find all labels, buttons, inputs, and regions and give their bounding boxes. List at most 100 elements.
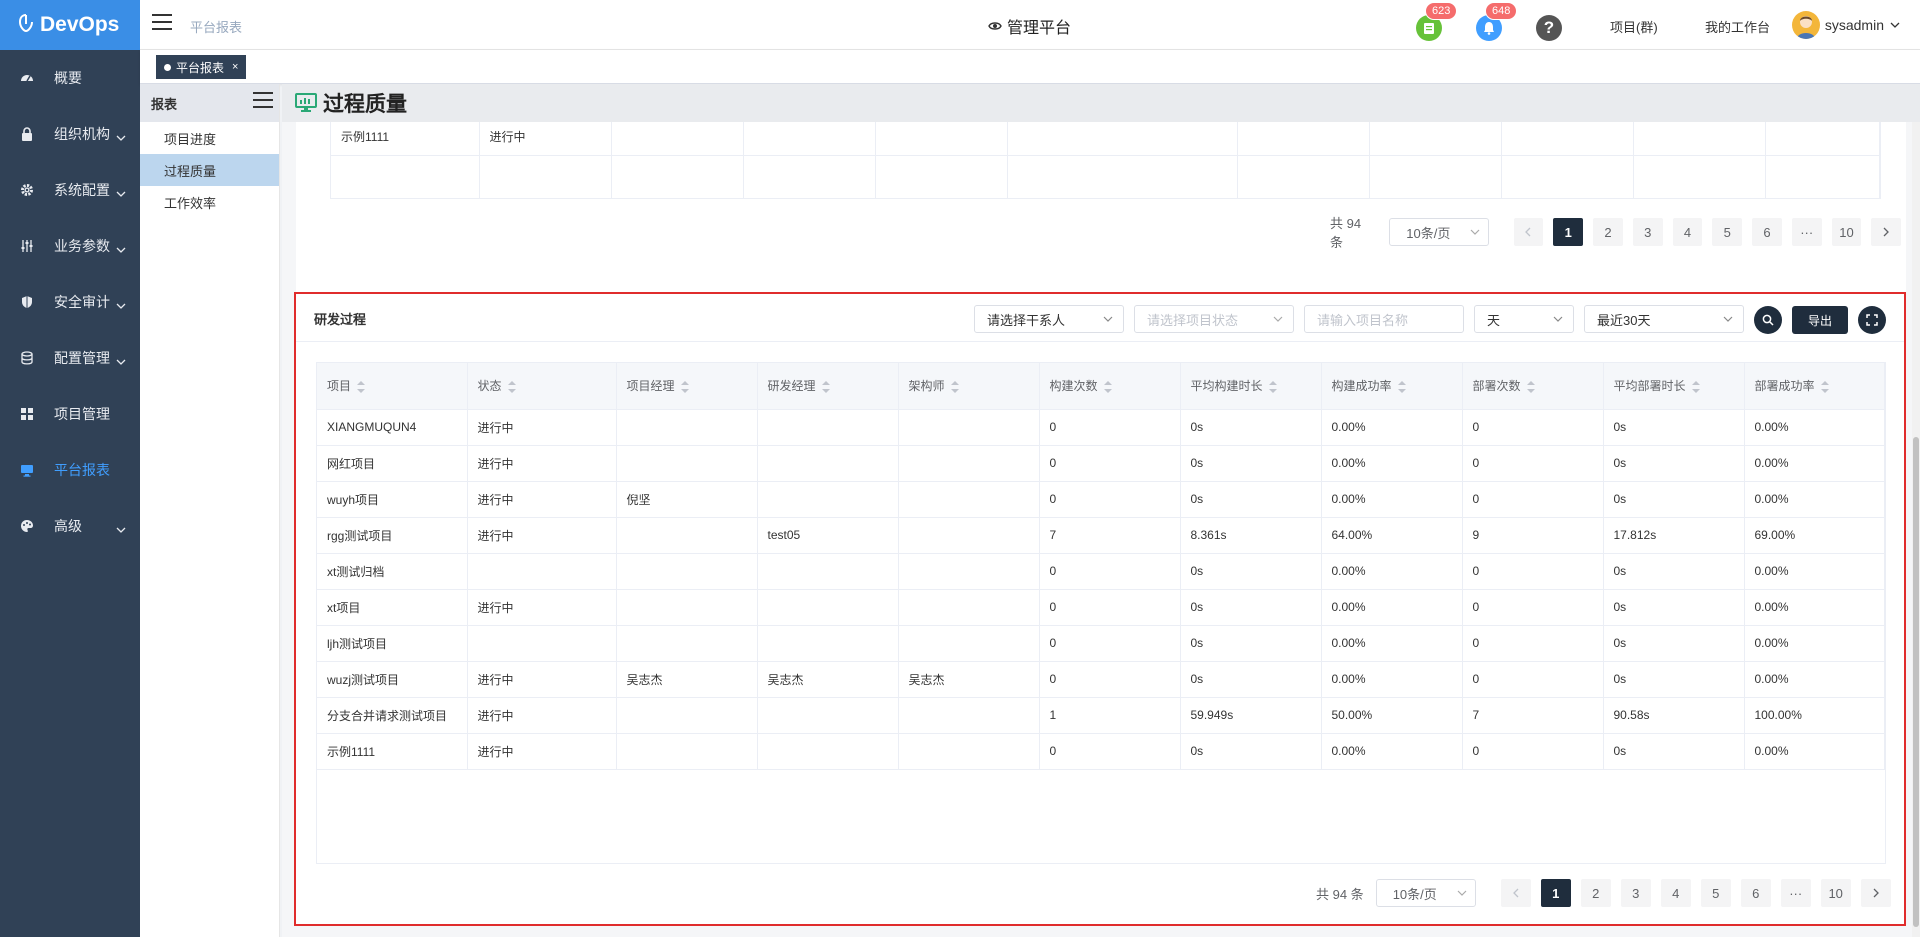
chevron-down-icon bbox=[116, 352, 126, 368]
tag-platform-report[interactable]: 平台报表 × bbox=[156, 55, 247, 79]
sort-icon[interactable] bbox=[680, 381, 689, 394]
close-icon[interactable]: × bbox=[232, 61, 238, 73]
hamburger-icon[interactable] bbox=[152, 14, 172, 34]
search-button[interactable] bbox=[1754, 306, 1782, 334]
next-page-button[interactable] bbox=[1860, 879, 1891, 907]
projects-link[interactable]: 项目(群) bbox=[1610, 17, 1658, 36]
subnav-item-1[interactable]: 过程质量 bbox=[140, 154, 279, 186]
sidebar-item-2[interactable]: 系统配置 bbox=[0, 162, 140, 218]
page-size-select[interactable]: 10条/页 bbox=[1375, 879, 1476, 907]
table-cell: xt项目 bbox=[317, 589, 468, 626]
chevron-down-icon bbox=[116, 128, 126, 144]
sort-icon[interactable] bbox=[1397, 381, 1406, 394]
sort-icon[interactable] bbox=[357, 381, 366, 394]
page-button[interactable]: 10 bbox=[1831, 218, 1862, 246]
chevron-down-icon bbox=[1457, 890, 1467, 896]
sidebar-item-6[interactable]: 项目管理 bbox=[0, 386, 140, 442]
stakeholder-select-value: 请选择干系人 bbox=[987, 312, 1066, 328]
sort-icon[interactable] bbox=[1103, 381, 1112, 394]
chevron-right-icon bbox=[1873, 888, 1879, 898]
page-button[interactable]: 4 bbox=[1672, 218, 1703, 246]
page-button[interactable]: 3 bbox=[1620, 879, 1651, 907]
workbench-link[interactable]: 我的工作台 bbox=[1705, 17, 1770, 36]
time-unit-select[interactable]: 天 bbox=[1474, 305, 1574, 333]
sidebar-item-3[interactable]: 业务参数 bbox=[0, 218, 140, 274]
page-button[interactable]: 5 bbox=[1712, 218, 1743, 246]
page-button[interactable]: 2 bbox=[1593, 218, 1623, 246]
fullscreen-button[interactable] bbox=[1858, 306, 1886, 334]
sidebar-item-5[interactable]: 配置管理 bbox=[0, 330, 140, 386]
table-cell bbox=[611, 122, 744, 156]
sort-icon[interactable] bbox=[1820, 381, 1829, 394]
table-cell bbox=[616, 697, 758, 734]
collapse-list-icon[interactable] bbox=[253, 92, 273, 113]
notice-button[interactable]: 648 bbox=[1476, 2, 1518, 41]
sort-icon[interactable] bbox=[1691, 381, 1700, 394]
sidebar-item-8[interactable]: 高级 bbox=[0, 498, 140, 554]
page-button[interactable]: ··· bbox=[1780, 879, 1811, 907]
help-button[interactable]: ? bbox=[1536, 15, 1562, 41]
platform-title-text: 管理平台 bbox=[1007, 20, 1072, 37]
table-cell: 网红项目 bbox=[317, 445, 468, 482]
page-button[interactable]: 1 bbox=[1540, 879, 1571, 907]
page-button[interactable]: 2 bbox=[1580, 879, 1611, 907]
sort-icon[interactable] bbox=[821, 381, 830, 394]
page-button[interactable]: 6 bbox=[1752, 218, 1782, 246]
column-header[interactable]: 项目经理 bbox=[616, 363, 758, 410]
page-button[interactable]: 6 bbox=[1740, 879, 1771, 907]
subnav-item-2[interactable]: 工作效率 bbox=[140, 186, 279, 218]
page-button[interactable]: 4 bbox=[1660, 879, 1691, 907]
page-button[interactable]: ··· bbox=[1791, 218, 1822, 246]
table-cell: test05 bbox=[757, 517, 899, 554]
column-header[interactable]: 平均部署时长 bbox=[1603, 363, 1745, 410]
todo-button[interactable]: 623 bbox=[1416, 2, 1458, 41]
project-name-input[interactable]: 请输入项目名称 bbox=[1304, 305, 1464, 333]
vertical-scrollbar[interactable] bbox=[1912, 122, 1920, 937]
prev-page-button[interactable] bbox=[1513, 218, 1544, 246]
next-page-button[interactable] bbox=[1871, 218, 1902, 246]
date-range-select[interactable]: 最近30天 bbox=[1584, 305, 1744, 333]
table-row: wuzj测试项目 进行中 吴志杰 吴志杰 吴志杰 0 0s 0.00% 0 0s 0.00% bbox=[317, 661, 1885, 698]
sort-icon[interactable] bbox=[1268, 381, 1277, 394]
table-cell: 0.00% bbox=[1744, 409, 1885, 446]
page-button[interactable]: 5 bbox=[1700, 879, 1731, 907]
column-header-label: 项目经理 bbox=[626, 379, 675, 394]
page-button[interactable]: 3 bbox=[1632, 218, 1663, 246]
stakeholder-select[interactable]: 请选择干系人 bbox=[974, 305, 1124, 333]
column-header[interactable]: 架构师 bbox=[898, 363, 1040, 410]
column-header[interactable]: 状态 bbox=[467, 363, 617, 410]
table-cell: 进行中 bbox=[479, 122, 612, 156]
sort-icon[interactable] bbox=[1526, 381, 1535, 394]
top-table: 示例1111 进行中 bbox=[330, 122, 1881, 199]
table-cell: 进行中 bbox=[467, 517, 617, 554]
sort-icon[interactable] bbox=[507, 381, 516, 394]
page-button[interactable]: 10 bbox=[1820, 879, 1851, 907]
sidebar: DevOps 概要 组织机构 系统配置 业务参数 安全审计 配置管理 项目管理 平台报表高级 bbox=[0, 0, 140, 937]
sidebar-item-0[interactable]: 概要 bbox=[0, 50, 140, 106]
sidebar-item-1[interactable]: 组织机构 bbox=[0, 106, 140, 162]
column-header[interactable]: 部署次数 bbox=[1462, 363, 1604, 410]
scrollbar-thumb[interactable] bbox=[1913, 437, 1919, 927]
subnav-item-0[interactable]: 项目进度 bbox=[140, 122, 279, 154]
column-header[interactable]: 构建次数 bbox=[1039, 363, 1181, 410]
column-header[interactable]: 项目 bbox=[317, 363, 468, 410]
page-button[interactable]: 1 bbox=[1553, 218, 1584, 246]
column-header[interactable]: 部署成功率 bbox=[1744, 363, 1885, 410]
sort-icon[interactable] bbox=[950, 381, 959, 394]
table-cell: 0s bbox=[1180, 589, 1322, 626]
project-status-select[interactable]: 请选择项目状态 bbox=[1134, 305, 1294, 333]
sidebar-item-label: 高级 bbox=[54, 518, 82, 534]
user-menu[interactable]: sysadmin bbox=[1791, 11, 1900, 39]
column-header[interactable]: 研发经理 bbox=[757, 363, 899, 410]
breadcrumb[interactable]: 平台报表 bbox=[190, 17, 242, 36]
column-header[interactable]: 平均构建时长 bbox=[1180, 363, 1322, 410]
prev-page-button[interactable] bbox=[1500, 879, 1531, 907]
app-logo[interactable]: DevOps bbox=[0, 0, 140, 50]
sidebar-item-7[interactable]: 平台报表 bbox=[0, 442, 140, 498]
table-cell: 0s bbox=[1180, 481, 1322, 518]
export-button[interactable]: 导出 bbox=[1792, 306, 1848, 334]
platform-title[interactable]: 管理平台 bbox=[988, 14, 1071, 38]
page-size-select[interactable]: 10条/页 bbox=[1389, 218, 1489, 246]
sidebar-item-4[interactable]: 安全审计 bbox=[0, 274, 140, 330]
column-header[interactable]: 构建成功率 bbox=[1321, 363, 1463, 410]
